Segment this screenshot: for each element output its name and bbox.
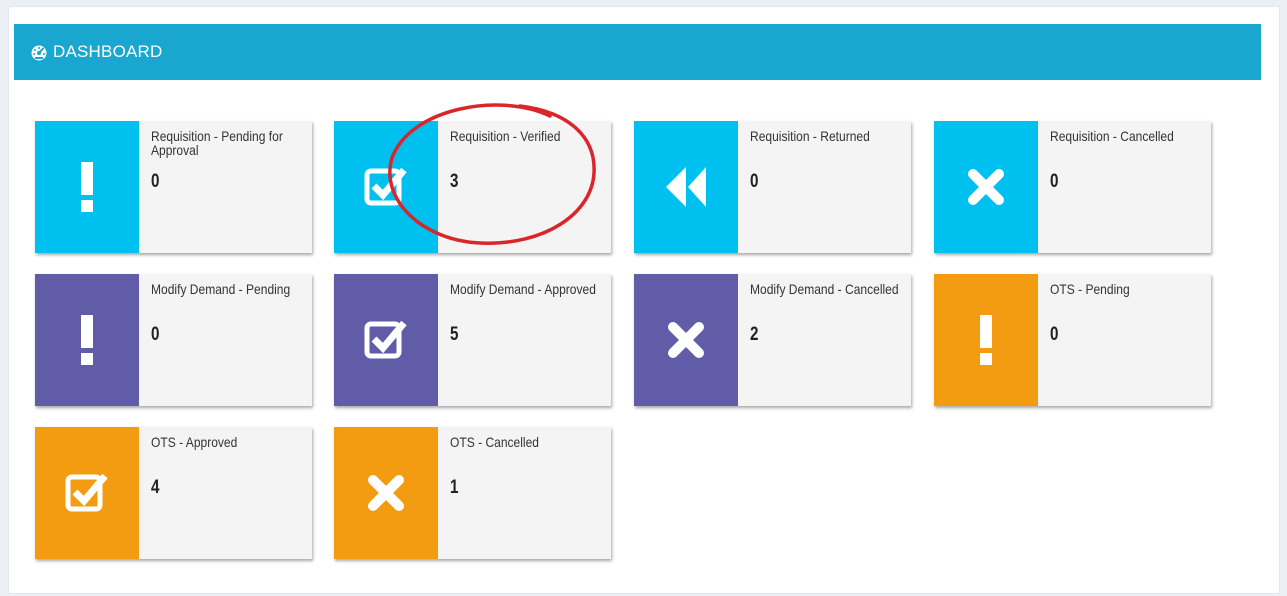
tile-icon-box: [334, 274, 438, 406]
dashboard-title: DASHBOARD: [53, 42, 163, 61]
tile-requisition-verified[interactable]: Requisition - Verified 3: [334, 121, 611, 253]
tile-icon-box: [334, 121, 438, 253]
tile-label: OTS - Approved: [151, 434, 238, 450]
tile-modify-demand-cancelled[interactable]: Modify Demand - Cancelled 2: [634, 274, 911, 406]
check-square-icon: [364, 165, 408, 209]
dashboard-header: DASHBOARD: [14, 24, 1261, 80]
tile-icon-box: [634, 274, 738, 406]
tile-label: Modify Demand - Cancelled: [750, 281, 899, 297]
tile-requisition-cancelled[interactable]: Requisition - Cancelled 0: [934, 121, 1211, 253]
tile-count: 0: [151, 171, 160, 192]
tile-ots-cancelled[interactable]: OTS - Cancelled 1: [334, 427, 611, 559]
tile-count: 3: [450, 171, 459, 192]
tile-label: Requisition - Verified: [450, 128, 561, 144]
tile-icon-box: [334, 427, 438, 559]
tile-modify-demand-approved[interactable]: Modify Demand - Approved 5: [334, 274, 611, 406]
check-square-icon: [364, 318, 408, 362]
tile-count: 0: [151, 324, 160, 345]
tile-label: Requisition - Cancelled: [1050, 128, 1174, 144]
tile-requisition-pending[interactable]: Requisition - Pending for Approval 0: [35, 121, 312, 253]
exclamation-icon: [79, 315, 95, 365]
tile-label: Requisition - Pending for Approval: [151, 128, 283, 158]
tile-requisition-returned[interactable]: Requisition - Returned 0: [634, 121, 911, 253]
times-icon: [967, 168, 1005, 206]
tile-icon-box: [934, 121, 1038, 253]
tile-label: Modify Demand - Pending: [151, 281, 291, 297]
tile-count: 1: [450, 477, 459, 498]
tile-count: 4: [151, 477, 160, 498]
tile-label: OTS - Cancelled: [450, 434, 539, 450]
backward-icon: [662, 163, 710, 211]
tile-count: 0: [1050, 324, 1059, 345]
dashboard-icon: [30, 43, 48, 61]
tile-count: 0: [750, 171, 759, 192]
tile-label: Requisition - Returned: [750, 128, 870, 144]
tile-icon-box: [934, 274, 1038, 406]
exclamation-icon: [79, 162, 95, 212]
check-square-icon: [65, 471, 109, 515]
tile-count: 2: [750, 324, 759, 345]
times-icon: [667, 321, 705, 359]
tile-count: 0: [1050, 171, 1059, 192]
exclamation-icon: [978, 315, 994, 365]
tile-label: Modify Demand - Approved: [450, 281, 596, 297]
tile-ots-pending[interactable]: OTS - Pending 0: [934, 274, 1211, 406]
tile-icon-box: [35, 121, 139, 253]
tile-label: OTS - Pending: [1050, 281, 1130, 297]
tile-icon-box: [634, 121, 738, 253]
tile-count: 5: [450, 324, 459, 345]
tile-icon-box: [35, 427, 139, 559]
tile-icon-box: [35, 274, 139, 406]
tile-modify-demand-pending[interactable]: Modify Demand - Pending 0: [35, 274, 312, 406]
tile-ots-approved[interactable]: OTS - Approved 4: [35, 427, 312, 559]
times-icon: [367, 474, 405, 512]
